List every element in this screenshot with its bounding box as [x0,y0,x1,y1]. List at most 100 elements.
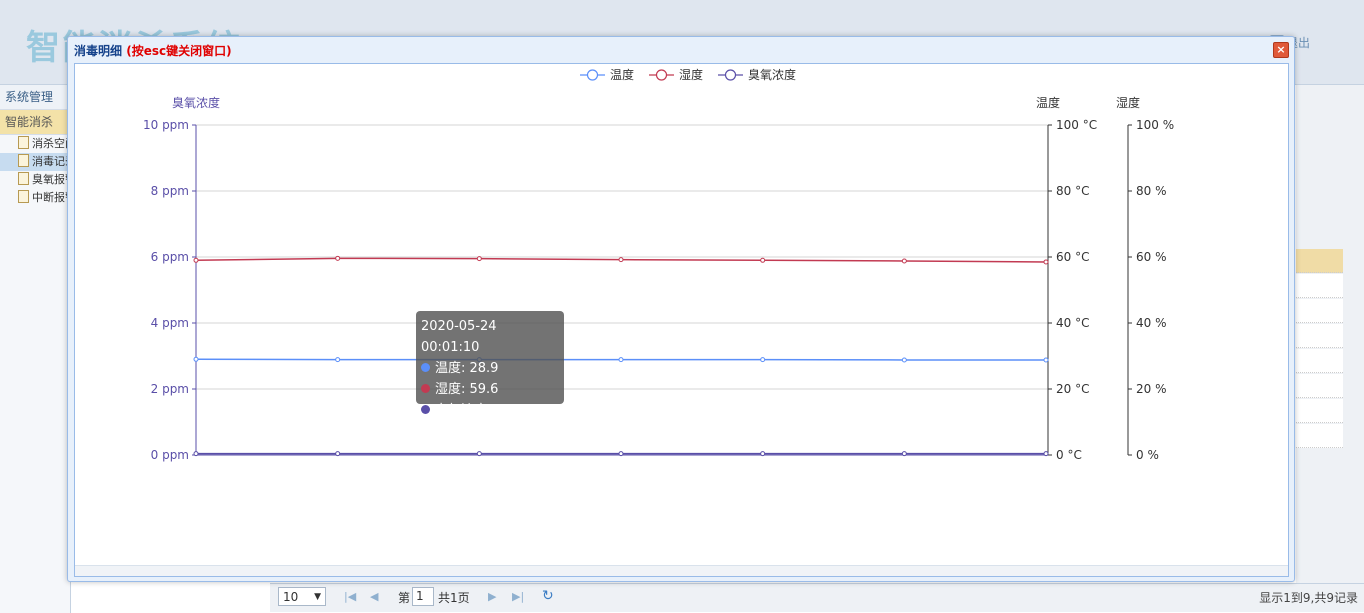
table-row[interactable] [1296,399,1343,423]
tooltip-label: 温度: 28.9 [435,361,499,376]
series-point-1-1 [335,255,341,261]
series-point-1-5 [901,258,907,264]
sidebar-item-record[interactable]: 消毒记录 [0,153,70,171]
page-number-input[interactable]: 1 [412,587,434,606]
table-row[interactable] [1296,299,1343,323]
document-icon [18,172,29,185]
series-point-0-4 [760,357,766,363]
legend-label: 臭氧浓度 [748,67,796,82]
page-size-value: 10 [283,590,299,604]
refresh-icon[interactable]: ↻ [542,588,554,604]
series-point-2-1 [335,451,341,457]
right-tick-label: 100 °C [1056,118,1097,132]
dot-icon [421,384,430,393]
sidebar-item-label: 消杀空间管理 [32,137,70,150]
chart: 0 ppm 2 ppm 4 ppm 6 ppm 8 ppm 10 ppm 臭氧浓度 0 °C 2… [143,67,1174,462]
table-row[interactable] [1296,274,1343,298]
sidebar-item-label: 消毒记录 [32,155,70,168]
right2-tick-label: 20 % [1136,382,1167,396]
sidebar-section-system[interactable]: 系统管理 [0,85,70,110]
legend-label: 湿度 [679,67,703,82]
right-axis-humidity-name: 湿度 [1116,95,1140,110]
dot-icon [421,363,430,372]
right2-tick-label: 0 % [1136,448,1159,462]
right2-tick-label: 80 % [1136,184,1167,198]
legend-marker [724,69,737,81]
sidebar-item-space[interactable]: 消杀空间管理 [0,135,70,153]
chevron-down-icon: ▼ [314,592,321,602]
tooltip-row-temperature: 温度: 28.9 [421,358,559,379]
first-page-icon[interactable]: |◀ [344,590,356,603]
table-row[interactable] [1296,349,1343,373]
table-row[interactable] [1296,324,1343,348]
series-point-0-6 [1043,357,1049,363]
last-page-icon[interactable]: ▶| [512,590,524,603]
pagination-info: 显示1到9,共9记录 [1259,591,1358,605]
tooltip-label: 湿度: 59.6 [435,382,499,397]
tooltip-row-humidity: 湿度: 59.6 [421,379,559,400]
series-point-2-6 [1043,451,1049,457]
legend-label: 温度 [610,67,634,82]
sidebar: 系统管理 智能消杀 消杀空间管理 消毒记录 臭氧报警 中断报警 [0,85,71,613]
series-point-0-1 [335,357,341,363]
sidebar-section-disinfect[interactable]: 智能消杀 [0,110,70,135]
legend-marker [655,69,668,81]
sidebar-item-label: 臭氧报警 [32,173,70,186]
close-icon[interactable]: × [1273,42,1289,58]
table-row[interactable] [1296,424,1343,448]
page-prefix: 第 [398,591,411,605]
left-tick-label: 2 ppm [151,382,189,396]
right-tick-label: 40 °C [1056,316,1089,330]
series-point-1-6 [1043,259,1049,265]
series-point-2-5 [901,451,907,457]
dot-icon [421,405,430,414]
series-point-0-3 [618,357,624,363]
left-tick-label: 0 ppm [151,448,189,462]
series-point-2-3 [618,451,624,457]
series-point-1-4 [760,257,766,263]
document-icon [18,136,29,149]
next-page-icon[interactable]: ▶ [488,590,496,603]
right-tick-label: 60 °C [1056,250,1089,264]
right-tick-label: 0 °C [1056,448,1082,462]
series-point-2-0 [193,451,199,457]
prev-page-icon[interactable]: ◀ [370,590,378,603]
right-axis-temperature-name: 温度 [1036,95,1060,110]
legend-marker [586,69,599,81]
dialog-title-text: 消毒明细 [74,44,123,58]
sidebar-item-ozone-alarm[interactable]: 臭氧报警 [0,171,70,189]
right-tick-label: 80 °C [1056,184,1089,198]
page-size-select[interactable]: 10 ▼ [278,587,326,606]
right2-tick-label: 40 % [1136,316,1167,330]
tooltip-label: 臭氧浓度: 0.04 [435,403,525,418]
document-icon [18,154,29,167]
sidebar-item-interrupt-alarm[interactable]: 中断报警 [0,189,70,207]
series-point-1-0 [193,257,199,263]
series-point-0-5 [901,357,907,363]
series-point-0-0 [193,356,199,362]
dialog-hint: (按esc键关闭窗口) [126,44,232,58]
series-point-1-3 [618,257,624,263]
series-point-1-2 [476,256,482,262]
series-point-2-4 [760,451,766,457]
dialog-title: 消毒明细 (按esc键关闭窗口) [74,42,232,59]
right2-tick-label: 60 % [1136,250,1167,264]
dialog-footer [75,565,1288,576]
left-tick-label: 8 ppm [151,184,189,198]
table-row[interactable] [1296,374,1343,398]
sidebar-item-label: 中断报警 [32,191,70,204]
page-total: 共1页 [438,591,470,605]
document-icon [18,190,29,203]
right-tick-label: 20 °C [1056,382,1089,396]
right2-tick-label: 100 % [1136,118,1174,132]
table-row[interactable] [1296,249,1343,273]
chart-tooltip: 2020-05-24 00:01:10 温度: 28.9 湿度: 59.6 臭氧… [416,311,564,418]
detail-dialog: 消毒明细 (按esc键关闭窗口) × 0 ppm 2 ppm 4 ppm 6 ppm 8… [67,36,1295,582]
pagination-bar: 10 ▼ |◀ ◀ 第 1 共1页 ▶ ▶| ↻ 显示1到9,共9记录 [270,583,1364,612]
dialog-body: 0 ppm 2 ppm 4 ppm 6 ppm 8 ppm 10 ppm 臭氧浓度 0 °C 2… [74,63,1289,577]
series-point-2-2 [476,451,482,457]
left-tick-label: 10 ppm [143,118,189,132]
tooltip-time: 2020-05-24 00:01:10 [421,319,497,355]
tooltip-row-ozone: 臭氧浓度: 0.04 [421,400,559,421]
left-tick-label: 6 ppm [151,250,189,264]
